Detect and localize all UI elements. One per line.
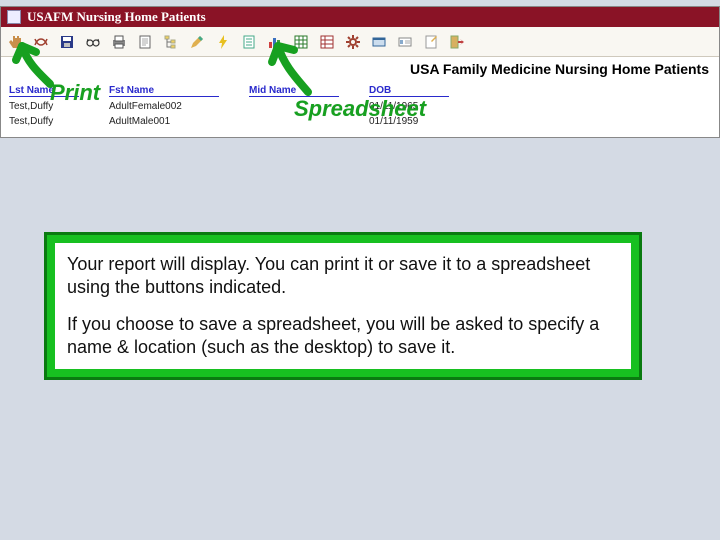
cell-first: AdultFemale002 <box>109 101 219 112</box>
xl-icon[interactable] <box>317 32 337 52</box>
barchart-icon[interactable] <box>265 32 285 52</box>
callout-spreadsheet: Spreadsheet <box>294 96 426 122</box>
cell-first: AdultMale001 <box>109 116 219 127</box>
window-title: USAFM Nursing Home Patients <box>27 9 206 25</box>
sheet-icon[interactable] <box>239 32 259 52</box>
callout-print: Print <box>50 80 100 106</box>
print-icon[interactable] <box>109 32 129 52</box>
exit-icon[interactable] <box>447 32 467 52</box>
note-icon[interactable] <box>421 32 441 52</box>
instruction-text: Your report will display. You can print … <box>55 243 631 369</box>
view-icon[interactable] <box>369 32 389 52</box>
instruction-p2: If you choose to save a spreadsheet, you… <box>67 313 619 359</box>
instruction-panel: Your report will display. You can print … <box>44 232 642 380</box>
window-icon <box>7 10 21 24</box>
report-title: USA Family Medicine Nursing Home Patient… <box>1 57 719 79</box>
hand-icon[interactable] <box>5 32 25 52</box>
glasses-icon[interactable] <box>83 32 103 52</box>
id-icon[interactable] <box>395 32 415 52</box>
toolbar <box>1 27 719 57</box>
pencil-icon[interactable] <box>187 32 207 52</box>
cell-last: Test,Duffy <box>9 116 79 127</box>
bolt-icon[interactable] <box>213 32 233 52</box>
save-icon[interactable] <box>57 32 77 52</box>
toggle-icon[interactable] <box>31 32 51 52</box>
page-icon[interactable] <box>135 32 155 52</box>
tree-icon[interactable] <box>161 32 181 52</box>
instruction-p1: Your report will display. You can print … <box>67 253 619 299</box>
spreadsheet-icon[interactable] <box>291 32 311 52</box>
col-first[interactable]: Fst Name <box>109 85 219 97</box>
gear-icon[interactable] <box>343 32 363 52</box>
titlebar: USAFM Nursing Home Patients <box>1 7 719 27</box>
